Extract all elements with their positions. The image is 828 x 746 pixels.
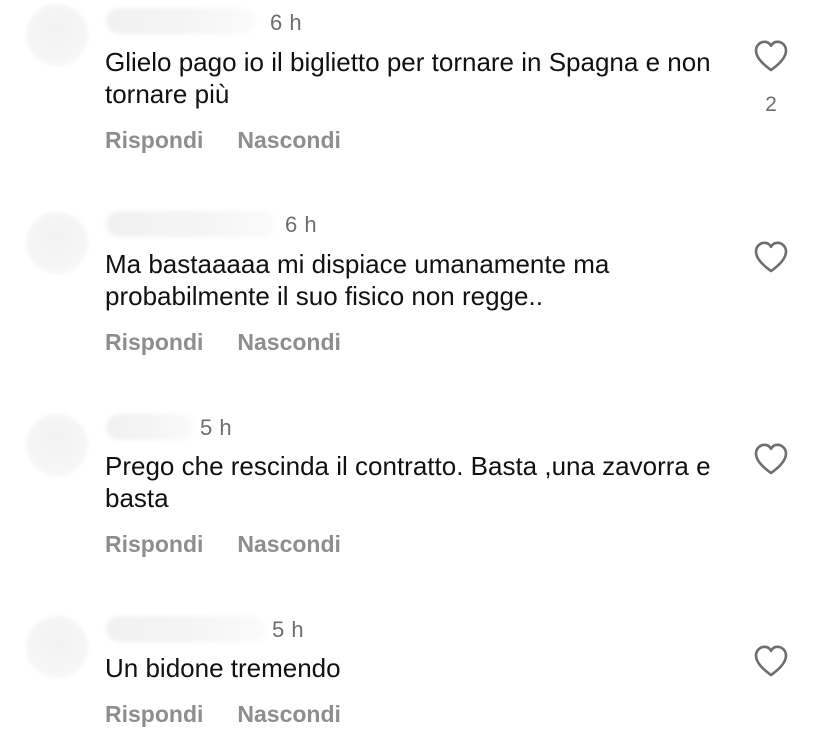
comment-actions: Rispondi Nascondi xyxy=(105,531,341,558)
reply-button[interactable]: Rispondi xyxy=(105,531,203,558)
hide-button[interactable]: Nascondi xyxy=(237,531,341,558)
comment-timestamp: 5 h xyxy=(200,415,233,440)
heart-outline-icon xyxy=(754,645,788,677)
comment-actions: Rispondi Nascondi xyxy=(105,701,341,728)
like-button[interactable] xyxy=(753,644,789,678)
comment-text: Glielo pago io il biglietto per tornare … xyxy=(105,47,711,109)
avatar[interactable] xyxy=(26,414,88,476)
hide-button[interactable]: Nascondi xyxy=(237,127,341,154)
username-blurred[interactable] xyxy=(106,211,276,237)
avatar[interactable] xyxy=(26,212,88,274)
heart-outline-icon xyxy=(754,241,788,273)
like-button[interactable] xyxy=(753,240,789,274)
heart-outline-icon xyxy=(754,443,788,475)
like-count: 2 xyxy=(765,93,777,116)
avatar[interactable] xyxy=(26,4,88,66)
comment-text: Prego che rescinda il contratto. Basta ,… xyxy=(105,451,711,513)
hide-button[interactable]: Nascondi xyxy=(237,701,341,728)
comment-timestamp: 6 h xyxy=(285,212,318,237)
username-blurred[interactable] xyxy=(106,8,256,34)
comment-text: Ma bastaaaaa mi dispiace umanamente ma p… xyxy=(105,249,610,311)
heart-outline-icon xyxy=(754,40,788,72)
hide-button[interactable]: Nascondi xyxy=(237,329,341,356)
avatar[interactable] xyxy=(26,616,88,678)
username-blurred[interactable] xyxy=(106,616,266,642)
reply-button[interactable]: Rispondi xyxy=(105,701,203,728)
like-button[interactable] xyxy=(753,442,789,476)
like-button[interactable] xyxy=(753,39,789,73)
reply-button[interactable]: Rispondi xyxy=(105,127,203,154)
comment-actions: Rispondi Nascondi xyxy=(105,127,341,154)
reply-button[interactable]: Rispondi xyxy=(105,329,203,356)
comment-text: Un bidone tremendo xyxy=(105,653,341,683)
username-blurred[interactable] xyxy=(106,414,194,440)
comment-timestamp: 5 h xyxy=(272,617,305,642)
comment-actions: Rispondi Nascondi xyxy=(105,329,341,356)
comment-timestamp: 6 h xyxy=(270,10,303,35)
